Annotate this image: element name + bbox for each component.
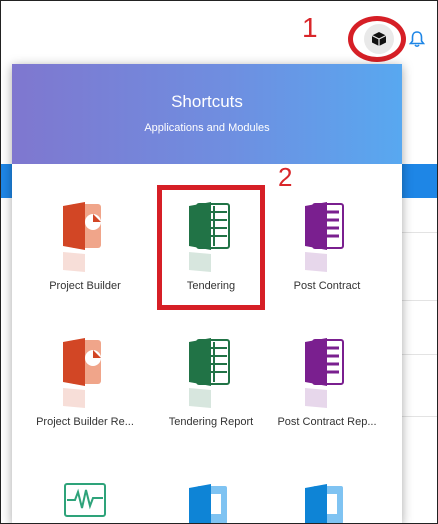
shortcuts-subtitle: Applications and Modules [144,122,270,134]
bell-icon[interactable] [409,30,425,48]
onenote-app-icon [305,338,344,408]
background-row-divider [400,300,438,301]
shortcut-project-builder-report[interactable]: Project Builder Re... [22,336,148,466]
cube-icon [371,32,387,46]
shortcut-post-contract[interactable]: Post Contract [264,200,390,330]
shortcut-label: Project Builder [49,280,121,292]
shortcut-monitor[interactable] [22,476,148,524]
shortcut-publisher[interactable] [148,476,274,524]
annotation-marker-2: 2 [278,162,293,192]
shortcut-publisher[interactable] [264,476,390,524]
shortcuts-title: Shortcuts [171,92,243,111]
publisher-app-icon [305,484,343,524]
excel-app-icon [189,338,230,408]
shortcut-label: Tendering Report [168,416,254,428]
onenote-app-icon [305,202,344,272]
annotation-marker-1: 1 [302,12,318,43]
shortcut-label: Post Contract Rep... [277,416,377,428]
publisher-app-icon [189,484,227,524]
shortcut-label: Project Builder Re... [36,416,134,428]
background-row-divider [400,232,438,233]
background-row-divider [400,354,438,355]
shortcut-tendering-report[interactable]: Tendering Report [148,336,274,466]
monitor-app-icon [64,483,106,517]
background-row-divider [400,416,438,417]
shortcut-project-builder[interactable]: Project Builder [22,200,148,330]
powerpoint-app-icon [63,202,101,272]
annotation-highlight-box [157,185,265,310]
shortcuts-header: Shortcuts Applications and Modules [12,64,402,164]
shortcut-post-contract-report[interactable]: Post Contract Rep... [264,336,390,466]
powerpoint-app-icon [63,338,101,408]
shortcut-label: Post Contract [293,280,361,292]
apps-shortcut-button[interactable] [364,24,394,54]
top-bar: 1 [0,0,438,62]
